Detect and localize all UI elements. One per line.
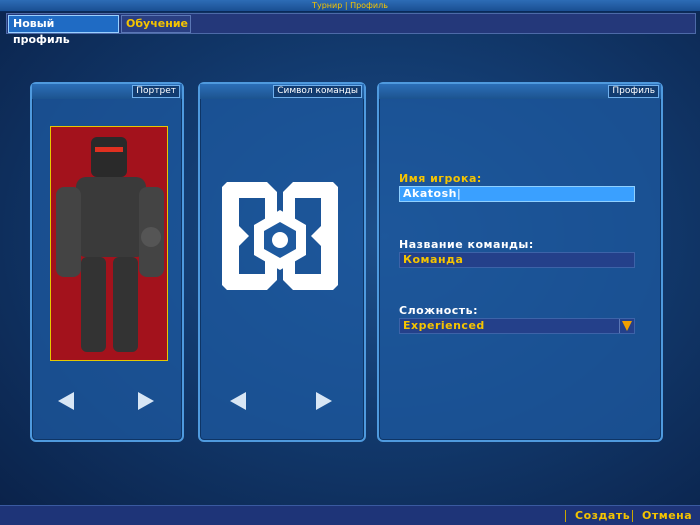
symbol-next-arrow[interactable] [316,392,332,410]
profile-panel: Профиль Имя игрока: Akatosh| Название ко… [377,82,663,442]
player-name-input[interactable]: Akatosh| [399,186,635,202]
tab-new-profile[interactable]: Новый профиль [8,15,119,46]
portrait-prev-arrow[interactable] [58,392,74,410]
difficulty-select[interactable]: Experienced [399,318,635,334]
team-symbol-panel: Символ команды [198,82,366,442]
portrait-next-arrow[interactable] [138,392,154,410]
cancel-button[interactable]: Отмена [642,509,692,522]
chevron-down-icon[interactable] [619,319,634,333]
panel-header: Портрет [132,85,180,98]
team-name-input[interactable]: Команда [399,252,635,268]
create-button[interactable]: Создать [575,509,630,522]
title-bar: Турнир | Профиль [0,0,700,12]
panel-header: Символ команды [273,85,362,98]
character-portrait [50,126,168,361]
team-symbol-image [222,182,338,308]
symbol-prev-arrow[interactable] [230,392,246,410]
player-name-label: Имя игрока: [399,172,482,185]
footer-bar: Создать Отмена [0,505,700,525]
panel-header: Профиль [608,85,659,98]
tab-bar: Новый профиль Обучение [6,13,696,46]
difficulty-label: Сложность: [399,304,479,317]
window-title: Турнир | Профиль [312,1,388,10]
tab-tutorial[interactable]: Обучение [121,15,191,33]
team-name-label: Название команды: [399,238,534,251]
portrait-panel: Портрет [30,82,184,442]
